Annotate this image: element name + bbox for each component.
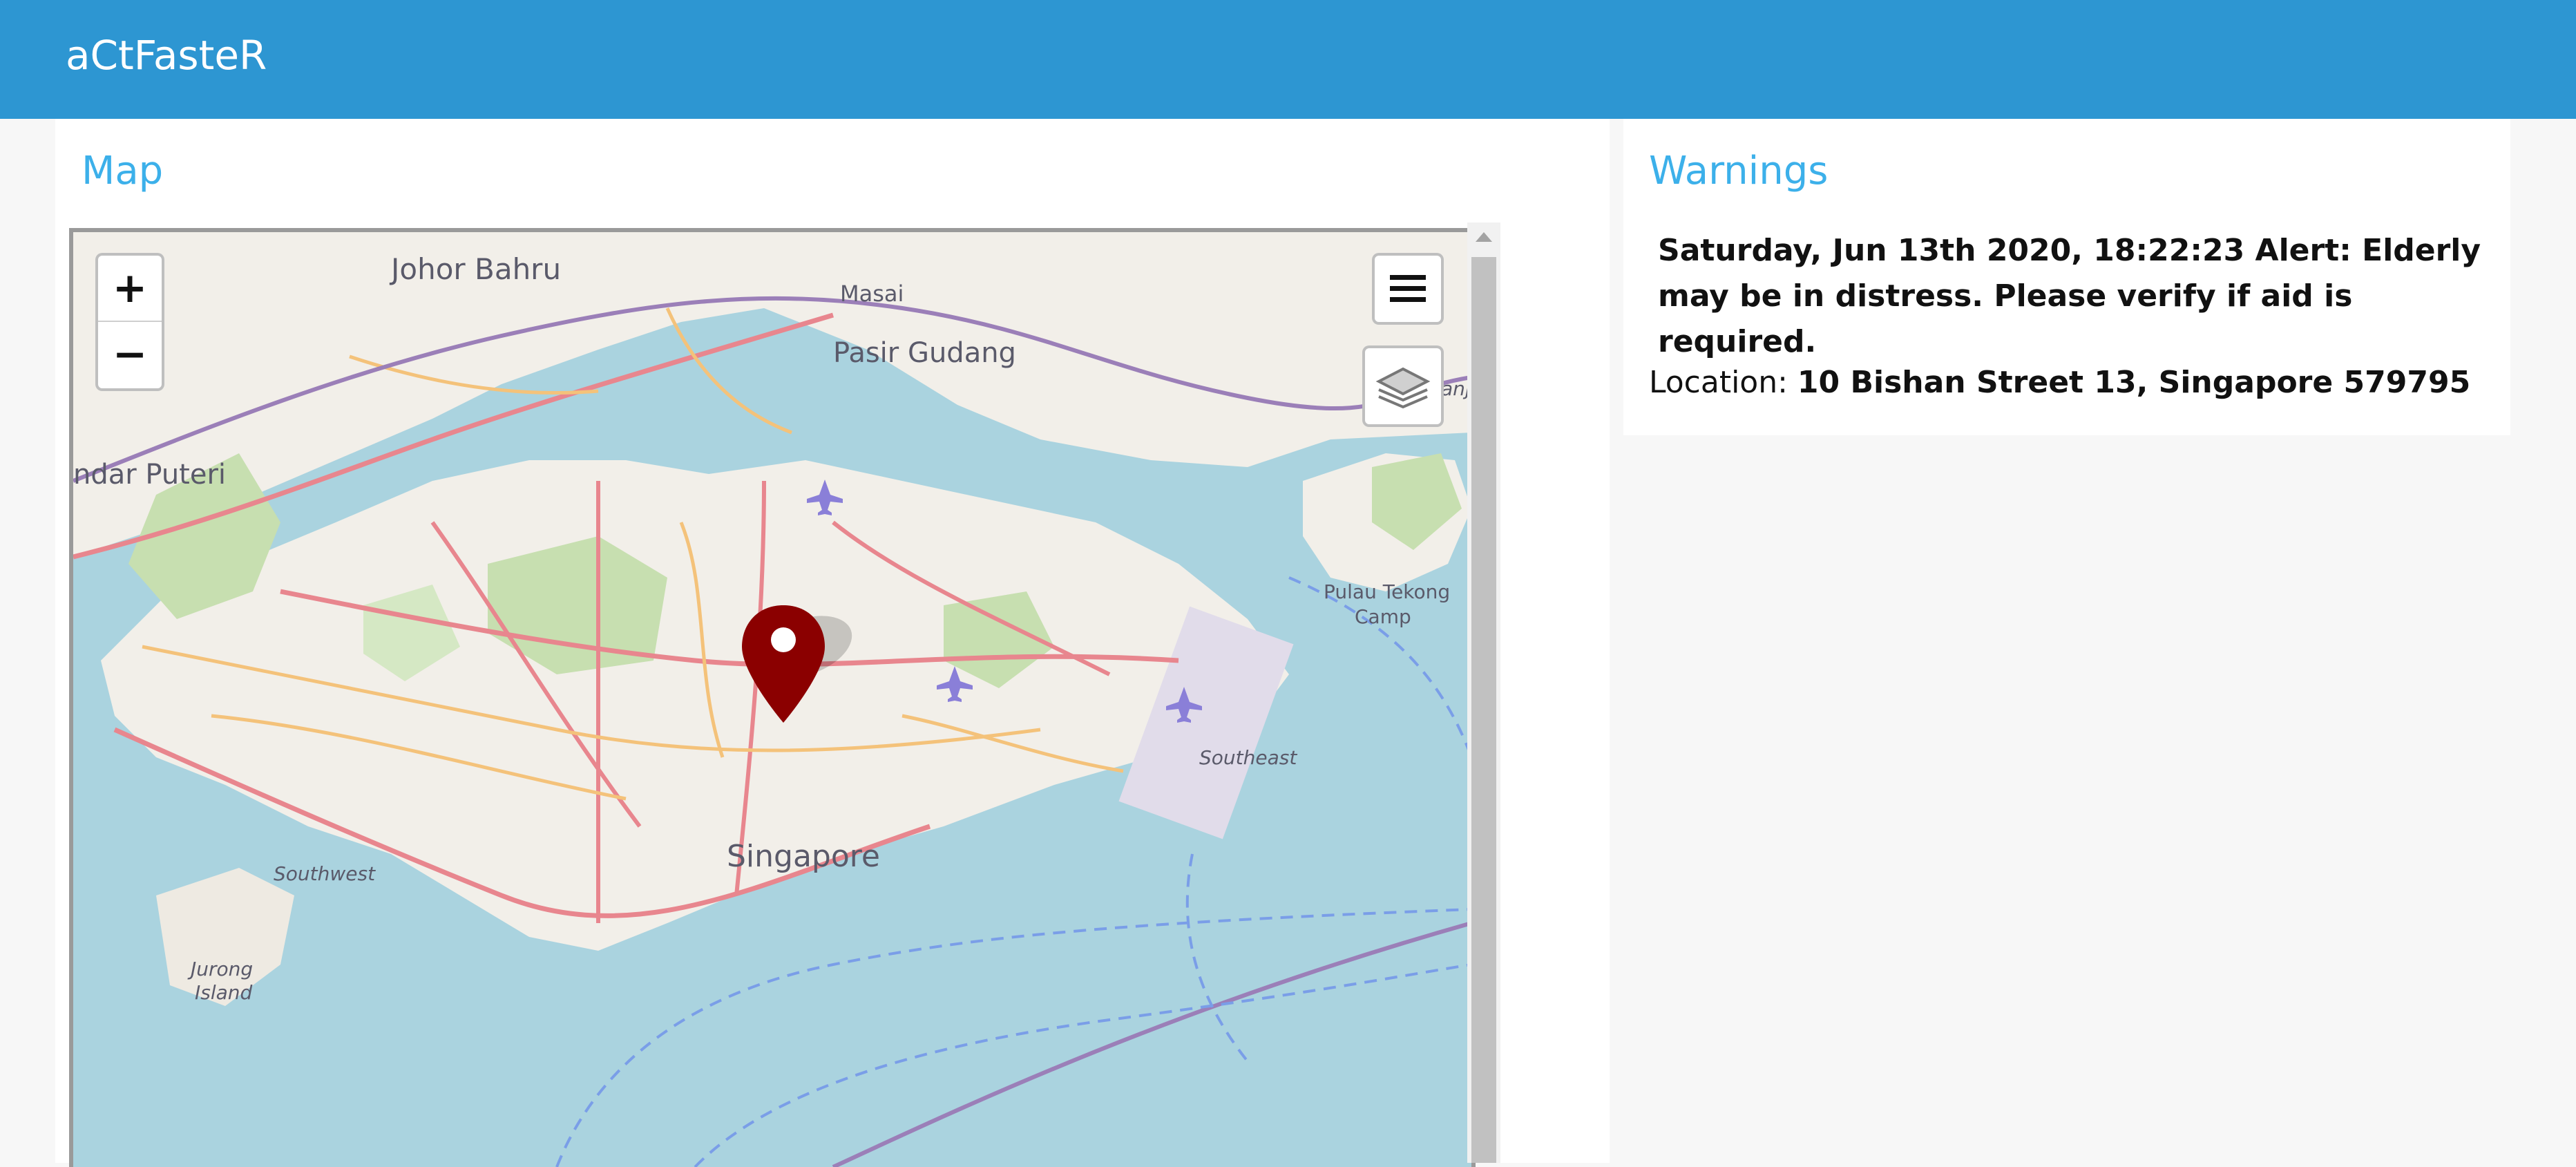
map-view[interactable]: Johor Bahru Masai Pasir Gudang ndar Pute…: [69, 228, 1476, 1167]
warnings-panel-title: Warnings: [1649, 149, 1829, 193]
layers-icon: [1375, 367, 1431, 409]
label-singapore: Singapore: [727, 839, 880, 874]
layers-button[interactable]: [1362, 345, 1444, 427]
alert-message: Saturday, Jun 13th 2020, 18:22:23 Alert:…: [1658, 233, 2481, 359]
label-jurong: Jurong: [187, 958, 253, 980]
zoom-out-button[interactable]: −: [98, 322, 162, 387]
label-pulau-tekong-camp: Camp: [1355, 605, 1411, 628]
label-johor-bahru: Johor Bahru: [389, 252, 561, 286]
location-line: Location: 10 Bishan Street 13, Singapore…: [1649, 365, 2470, 400]
hamburger-menu-icon: [1390, 275, 1426, 302]
label-southeast: Southeast: [1199, 746, 1297, 769]
map-menu-button[interactable]: [1372, 253, 1444, 325]
label-masai: Masai: [840, 281, 904, 307]
app-title[interactable]: aCtFasteR: [66, 32, 267, 79]
scroll-up-arrow-icon[interactable]: [1476, 232, 1492, 242]
label-pulau-tekong: Pulau Tekong: [1324, 580, 1450, 603]
location-value: 10 Bishan Street 13, Singapore 579795: [1797, 365, 2471, 400]
label-edge: anj: [1441, 377, 1471, 400]
zoom-in-button[interactable]: +: [98, 256, 162, 322]
label-pasir-gudang: Pasir Gudang: [833, 337, 1016, 369]
label-bandar-puteri: ndar Puteri: [73, 459, 226, 491]
location-label: Location:: [1649, 365, 1797, 400]
zoom-control: + −: [95, 253, 164, 391]
scroll-thumb[interactable]: [1471, 257, 1496, 1163]
map-scrollbar[interactable]: [1467, 222, 1500, 1163]
map-tiles[interactable]: Johor Bahru Masai Pasir Gudang ndar Pute…: [73, 232, 1471, 1167]
top-navbar: aCtFasteR: [0, 0, 2576, 119]
map-panel-title: Map: [82, 149, 164, 193]
label-jurong-island: Island: [195, 981, 253, 1004]
label-southwest: Southwest: [274, 862, 376, 885]
